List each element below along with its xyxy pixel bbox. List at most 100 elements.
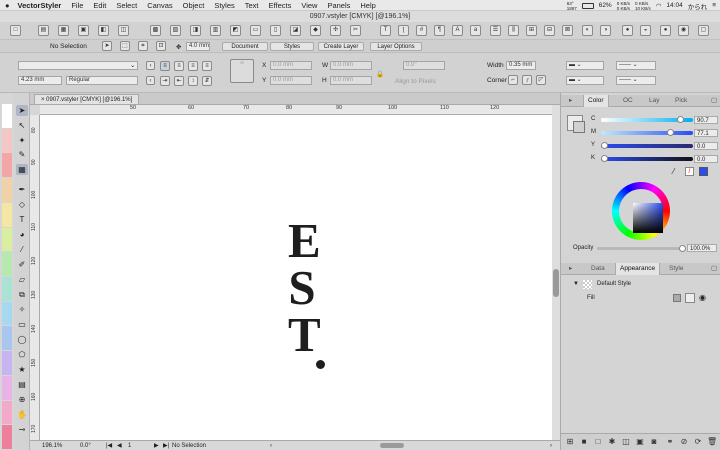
battery-icon[interactable] xyxy=(581,2,594,9)
arrange-icon[interactable]: ▥ xyxy=(210,25,221,36)
font-family-select[interactable] xyxy=(18,61,138,70)
text-on-path-icon[interactable]: ʈ xyxy=(398,25,409,36)
artwork-letter-t[interactable]: T xyxy=(288,310,321,359)
color-swatch[interactable] xyxy=(2,227,12,252)
yellow-slider-knob[interactable] xyxy=(601,142,608,149)
color-swatch[interactable] xyxy=(2,153,12,178)
measure-tool-icon[interactable]: ⊸ xyxy=(16,424,28,435)
vertical-scroll-thumb[interactable] xyxy=(553,269,559,297)
open-icon[interactable]: ▤ xyxy=(38,25,49,36)
color-swatch[interactable] xyxy=(2,425,12,449)
rectangle-tool-icon[interactable]: ▭ xyxy=(16,319,28,330)
menu-styles[interactable]: Styles xyxy=(209,1,239,10)
color-swatch[interactable] xyxy=(2,351,12,375)
color-swatch[interactable] xyxy=(2,178,12,202)
boolean-icon[interactable]: ◩ xyxy=(230,25,241,36)
angle-field[interactable]: 0.0° xyxy=(80,442,91,450)
color-swatch[interactable] xyxy=(2,400,12,425)
align-pixels-checkbox[interactable]: Align to Pixels xyxy=(395,78,436,85)
text-size-up-icon[interactable]: ‹ xyxy=(146,61,155,70)
page-number[interactable]: 1 xyxy=(128,442,131,450)
color-swatch[interactable] xyxy=(2,277,12,301)
chevron-down-icon[interactable]: ⌄ xyxy=(130,61,135,69)
group-icon[interactable]: ▩ xyxy=(150,25,161,36)
color-swatch[interactable] xyxy=(2,128,12,153)
constrain-lock-icon[interactable]: 🔒 xyxy=(376,70,384,78)
knife-tool-icon[interactable]: ✎ xyxy=(16,149,28,160)
camera-icon[interactable]: ◙ xyxy=(649,437,659,447)
stroke-cap-select[interactable]: ▬ ⌄ xyxy=(566,61,604,70)
magenta-slider-knob[interactable] xyxy=(667,129,674,136)
align-left-icon[interactable]: ≡ xyxy=(160,61,170,71)
tab-oc[interactable]: OC xyxy=(619,95,637,107)
menu-text[interactable]: Text xyxy=(240,1,264,10)
document-button[interactable]: Document xyxy=(222,42,268,51)
zoom-tool-icon[interactable]: ⊕ xyxy=(16,394,28,405)
color-wheel[interactable] xyxy=(612,182,670,240)
menu-help[interactable]: Help xyxy=(355,1,380,10)
add-fill-icon[interactable]: ■ xyxy=(579,437,589,447)
panel-collapse-icon[interactable]: ▸ xyxy=(565,95,576,107)
stroke-join-select[interactable]: ▬ ⌄ xyxy=(566,76,604,85)
corner-round-icon[interactable]: ╭ xyxy=(522,75,532,85)
panel-menu-icon[interactable]: ▢ xyxy=(707,95,720,107)
path-icon[interactable]: ◪ xyxy=(290,25,301,36)
color-swatch[interactable] xyxy=(2,301,12,326)
network-readout-2[interactable]: 0 KB/s 10 KB/s xyxy=(635,1,651,11)
page-prev-icon[interactable]: ◀ xyxy=(117,442,122,450)
polygon-tool-icon[interactable]: ⬠ xyxy=(16,349,28,360)
hand-tool-icon[interactable]: ✋ xyxy=(16,409,28,420)
star-tool-icon[interactable]: ★ xyxy=(16,364,28,375)
disclosure-triangle-icon[interactable]: ▼ xyxy=(573,281,579,287)
add-blur-icon[interactable]: ▣ xyxy=(635,437,645,447)
align-icon[interactable]: ▭ xyxy=(250,25,261,36)
add-shadow-icon[interactable]: ◫ xyxy=(621,437,631,447)
corner-miter-icon[interactable]: ⌐ xyxy=(508,75,518,85)
user-name[interactable]: かられ xyxy=(688,1,708,11)
black-slider[interactable] xyxy=(601,157,693,161)
sync-icon[interactable]: ⟳ xyxy=(693,437,703,447)
node-edit-tool-icon[interactable]: ✦ xyxy=(16,135,28,146)
link-icon[interactable]: ⚭ xyxy=(665,437,675,447)
justify-icon[interactable]: ≡ xyxy=(202,61,212,71)
create-layer-button[interactable]: Create Layer xyxy=(318,42,364,51)
color-swatch[interactable] xyxy=(2,202,12,227)
snap-icon[interactable]: ⊟ xyxy=(544,25,555,36)
warp-tool-icon[interactable]: ✧ xyxy=(16,304,28,315)
menu-app[interactable]: VectorStyler xyxy=(15,1,67,10)
outdent-icon[interactable]: ⇤ xyxy=(174,76,184,86)
opacity-slider[interactable] xyxy=(597,247,685,250)
kerning-icon[interactable]: A xyxy=(452,25,463,36)
color-picker-square[interactable] xyxy=(633,203,663,233)
add-effect-icon[interactable]: ✱ xyxy=(607,437,617,447)
panel-menu-icon[interactable]: ▢ xyxy=(707,263,720,275)
paragraph-icon[interactable]: ¶ xyxy=(434,25,445,36)
fill-label[interactable]: Fill xyxy=(587,295,595,301)
page-last-icon[interactable]: ▶| xyxy=(163,442,169,450)
gradient-tool-icon[interactable]: ▤ xyxy=(16,379,28,390)
opacity-slider-knob[interactable] xyxy=(679,245,686,252)
tracking-icon[interactable]: a xyxy=(470,25,481,36)
styles-button[interactable]: Styles xyxy=(270,42,314,51)
magenta-value[interactable]: 77.1 xyxy=(694,129,718,137)
spacing-icon[interactable]: ↕ xyxy=(188,76,198,86)
magenta-slider[interactable] xyxy=(601,131,693,135)
wifi-icon[interactable]: ◠ xyxy=(656,2,662,10)
align-center-icon[interactable]: ≡ xyxy=(174,61,184,71)
pen-tool-icon[interactable]: ✒ xyxy=(16,184,28,195)
artwork-letter-s[interactable]: S xyxy=(288,263,316,312)
menu-effects[interactable]: Effects xyxy=(264,1,297,10)
yellow-value[interactable]: 0.0 xyxy=(694,142,718,150)
canvas[interactable]: E S T xyxy=(40,115,552,440)
color-swatch[interactable] xyxy=(2,375,12,400)
outline-icon[interactable]: ◑ xyxy=(600,25,611,36)
lock-icon[interactable]: ◨ xyxy=(190,25,201,36)
selection-tool-icon[interactable]: ➤ xyxy=(16,105,28,116)
measure-icon[interactable]: ⊞ xyxy=(526,25,537,36)
color-swatch[interactable] xyxy=(2,252,12,276)
control-center-icon[interactable]: ≡ xyxy=(712,2,716,9)
shape-icon[interactable]: ◆ xyxy=(310,25,321,36)
no-color-icon[interactable]: / xyxy=(685,167,694,176)
visibility-eye-icon[interactable]: ◉ xyxy=(699,293,706,302)
menu-select[interactable]: Select xyxy=(111,1,142,10)
